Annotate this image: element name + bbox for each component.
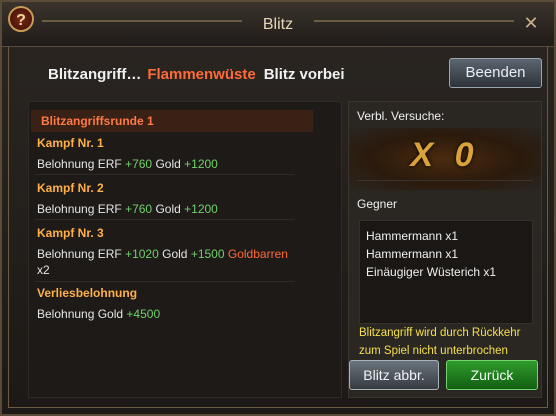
reward-prefix: Belohnung Gold xyxy=(37,307,124,321)
gold-value: +1200 xyxy=(184,202,218,216)
gold-value: +1200 xyxy=(184,157,218,171)
gold-value: +1500 xyxy=(190,247,225,261)
notice-text: Blitzangriff wird durch Rückkehr zum Spi… xyxy=(359,327,521,357)
status-suffix: Blitz vorbei xyxy=(263,66,345,83)
enemy-item: Hammermann x1 xyxy=(366,247,459,261)
back-button[interactable]: Zurück xyxy=(446,360,538,390)
dungeon-reward-title: Verliesbelohnung xyxy=(37,286,138,300)
close-button[interactable]: ✕ xyxy=(520,12,542,34)
gold-label: Gold xyxy=(162,247,188,261)
round-header: Blitzangriffsrunde 1 xyxy=(31,110,313,132)
fight-1: Kampf Nr. 1 Belohnung ERF +760 Gold +120… xyxy=(37,136,297,172)
divider xyxy=(357,180,533,181)
divider xyxy=(35,174,295,175)
rewards-panel: Blitzangriffsrunde 1 Kampf Nr. 1 Belohnu… xyxy=(28,101,342,398)
end-button[interactable]: Beenden xyxy=(449,58,542,88)
fight-3: Kampf Nr. 3 Belohnung ERF +1020 Gold +15… xyxy=(37,226,297,278)
info-panel: Verbl. Versuche: X 0 Gegner Hammermann x… xyxy=(348,101,542,398)
reward-prefix: Belohnung ERF xyxy=(37,202,122,216)
dungeon-reward: Verliesbelohnung Belohnung Gold +4500 xyxy=(37,286,297,322)
enemy-item: Hammermann x1 xyxy=(366,229,459,243)
status-prefix: Blitzangriff… xyxy=(48,66,142,83)
fight-2-title: Kampf Nr. 2 xyxy=(37,181,104,195)
gold-value: +4500 xyxy=(126,307,161,321)
divider xyxy=(35,281,295,282)
gold-label: Gold xyxy=(155,157,181,171)
fight-2-reward: Belohnung ERF +760 Gold +1200 xyxy=(37,201,297,217)
fight-1-title: Kampf Nr. 1 xyxy=(37,136,104,150)
fight-1-reward: Belohnung ERF +760 Gold +1200 xyxy=(37,156,297,172)
blitz-window: ? Blitz ✕ Blitzangriff… Flammenwüste Blitz… xyxy=(0,0,556,416)
divider xyxy=(35,219,295,220)
fight-3-reward: Belohnung ERF +1020 Gold +1500 Goldbarre… xyxy=(37,246,297,278)
goldbar-count: x2 xyxy=(37,263,50,277)
erf-value: +760 xyxy=(125,202,153,216)
title-bar: ? Blitz ✕ xyxy=(2,2,554,47)
dungeon-reward-line: Belohnung Gold +4500 xyxy=(37,306,297,322)
reward-prefix: Belohnung ERF xyxy=(37,247,122,261)
goldbar-label: Goldbarren xyxy=(227,247,288,261)
enemies-label: Gegner xyxy=(357,197,398,211)
status-row: Blitzangriff… Flammenwüste Blitz vorbei xyxy=(48,66,345,83)
tries-label: Verbl. Versuche: xyxy=(357,109,445,123)
erf-value: +1020 xyxy=(125,247,159,261)
status-location: Flammenwüste xyxy=(147,66,256,83)
abort-blitz-button[interactable]: Blitz abbr. xyxy=(349,360,439,390)
enemy-list: Hammermann x1 Hammermann x1 Einäugiger W… xyxy=(366,227,496,281)
erf-value: +760 xyxy=(125,157,153,171)
fight-3-title: Kampf Nr. 3 xyxy=(37,226,104,240)
fight-2: Kampf Nr. 2 Belohnung ERF +760 Gold +120… xyxy=(37,181,297,217)
window-title: Blitz xyxy=(262,16,294,33)
title-decoration-right xyxy=(314,20,514,22)
tries-value: X 0 xyxy=(410,136,480,174)
reward-prefix: Belohnung ERF xyxy=(37,157,122,171)
enemy-item: Einäugiger Wüsterich x1 xyxy=(366,265,497,279)
gold-label: Gold xyxy=(155,202,181,216)
enemy-list-box: Hammermann x1 Hammermann x1 Einäugiger W… xyxy=(359,220,533,324)
